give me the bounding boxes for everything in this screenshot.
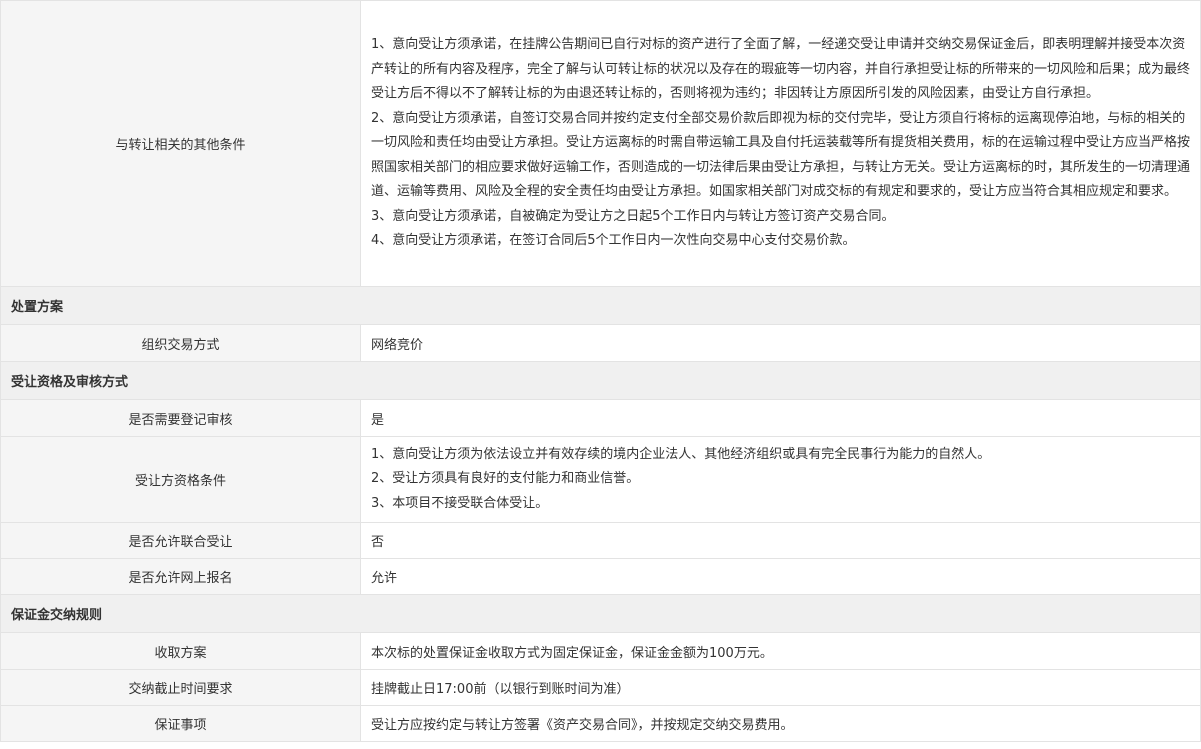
other-conditions-value: 1、意向受让方须承诺，在挂牌公告期间已自行对标的资产进行了全面了解，一经递交受让… xyxy=(360,0,1201,287)
trade-method-value: 网络竞价 xyxy=(360,324,1201,362)
trade-method-label: 组织交易方式 xyxy=(0,324,361,362)
project-info-table: 与转让相关的其他条件 1、意向受让方须承诺，在挂牌公告期间已自行对标的资产进行了… xyxy=(0,0,1201,742)
section-title-deposit: 保证金交纳规则 xyxy=(0,594,1201,633)
row-other-conditions: 与转让相关的其他条件 1、意向受让方须承诺，在挂牌公告期间已自行对标的资产进行了… xyxy=(0,0,1201,287)
row-deadline: 交纳截止时间要求 挂牌截止日17:00前（以银行到账时间为准） xyxy=(0,669,1201,706)
deposit-matters-value: 受让方应按约定与转让方签署《资产交易合同》，并按规定交纳交易费用。 xyxy=(360,705,1201,742)
other-conditions-paragraph: 1、意向受让方须承诺，在挂牌公告期间已自行对标的资产进行了全面了解，一经递交受让… xyxy=(371,37,1191,102)
deposit-matters-label: 保证事项 xyxy=(0,705,361,742)
collect-plan-label: 收取方案 xyxy=(0,632,361,670)
need-review-label: 是否需要登记审核 xyxy=(0,399,361,437)
row-buyer-conditions: 受让方资格条件 1、意向受让方须为依法设立并有效存续的境内企业法人、其他经济组织… xyxy=(0,436,1201,523)
row-allow-online: 是否允许网上报名 允许 xyxy=(0,558,1201,595)
other-conditions-label: 与转让相关的其他条件 xyxy=(0,0,361,287)
other-conditions-paragraph: 4、意向受让方须承诺，在签订合同后5个工作日内一次性向交易中心支付交易价款。 xyxy=(371,233,856,249)
need-review-value: 是 xyxy=(360,399,1201,437)
section-deposit: 保证金交纳规则 xyxy=(0,594,1201,633)
row-allow-joint: 是否允许联合受让 否 xyxy=(0,522,1201,559)
other-conditions-paragraph: 3、意向受让方须承诺，自被确定为受让方之日起5个工作日内与转让方签订资产交易合同… xyxy=(371,208,895,224)
other-conditions-paragraph: 2、意向受让方须承诺，自签订交易合同并按约定支付全部交易价款后即视为标的交付完毕… xyxy=(371,110,1191,200)
deadline-value: 挂牌截止日17:00前（以银行到账时间为准） xyxy=(360,669,1201,706)
section-title-qualification: 受让资格及审核方式 xyxy=(0,361,1201,400)
allow-joint-value: 否 xyxy=(360,522,1201,559)
buyer-conditions-label: 受让方资格条件 xyxy=(0,436,361,523)
allow-online-label: 是否允许网上报名 xyxy=(0,558,361,595)
buyer-conditions-paragraph: 1、意向受让方须为依法设立并有效存续的境内企业法人、其他经济组织或具有完全民事行… xyxy=(371,446,991,462)
section-qualification: 受让资格及审核方式 xyxy=(0,361,1201,400)
allow-online-value: 允许 xyxy=(360,558,1201,595)
collect-plan-value: 本次标的处置保证金收取方式为固定保证金，保证金金额为100万元。 xyxy=(360,632,1201,670)
section-disposal: 处置方案 xyxy=(0,286,1201,325)
row-trade-method: 组织交易方式 网络竞价 xyxy=(0,324,1201,362)
allow-joint-label: 是否允许联合受让 xyxy=(0,522,361,559)
section-title-disposal: 处置方案 xyxy=(0,286,1201,325)
row-collect-plan: 收取方案 本次标的处置保证金收取方式为固定保证金，保证金金额为100万元。 xyxy=(0,632,1201,670)
deadline-label: 交纳截止时间要求 xyxy=(0,669,361,706)
buyer-conditions-value: 1、意向受让方须为依法设立并有效存续的境内企业法人、其他经济组织或具有完全民事行… xyxy=(360,436,1201,523)
buyer-conditions-paragraph: 2、受让方须具有良好的支付能力和商业信誉。 xyxy=(371,471,640,487)
row-need-review: 是否需要登记审核 是 xyxy=(0,399,1201,437)
buyer-conditions-paragraph: 3、本项目不接受联合体受让。 xyxy=(371,495,549,511)
row-deposit-matters: 保证事项 受让方应按约定与转让方签署《资产交易合同》，并按规定交纳交易费用。 xyxy=(0,705,1201,742)
